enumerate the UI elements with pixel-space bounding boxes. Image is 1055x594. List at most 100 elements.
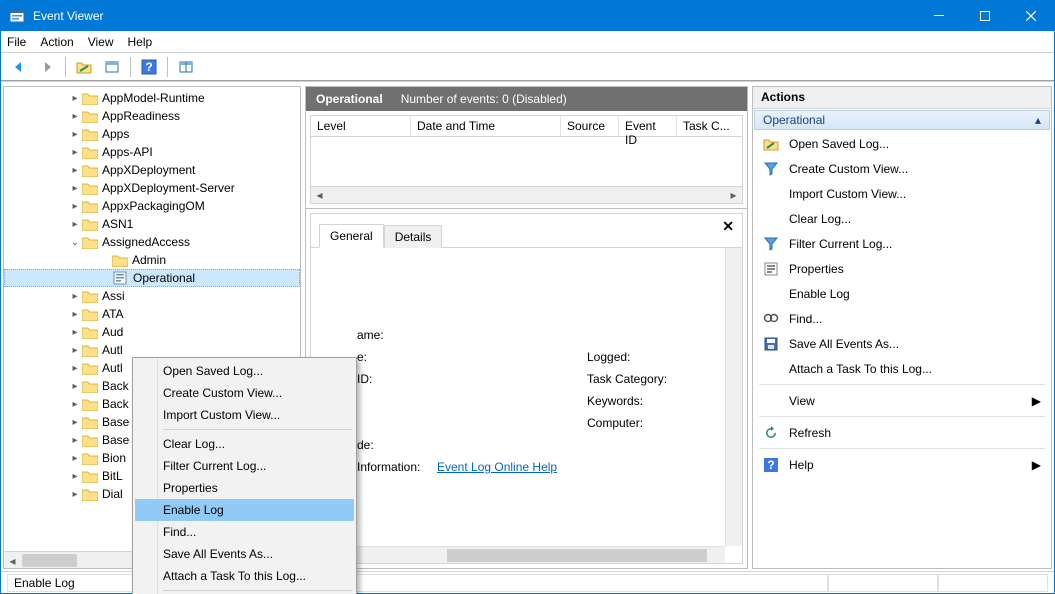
expand-icon[interactable]: ▸: [68, 93, 82, 104]
tree-item[interactable]: ▸AppModel-Runtime: [4, 89, 300, 107]
col-datetime[interactable]: Date and Time: [411, 116, 561, 136]
tree-item[interactable]: ▸Apps-API: [4, 143, 300, 161]
col-level[interactable]: Level: [311, 116, 411, 136]
scroll-left-icon[interactable]: ◂: [311, 187, 328, 202]
divider: [759, 384, 1045, 385]
close-details-icon[interactable]: ✕: [722, 218, 734, 235]
details-hscroll[interactable]: [311, 546, 725, 563]
help-icon[interactable]: ?: [137, 56, 161, 78]
expand-icon[interactable]: ▸: [68, 309, 82, 320]
folder-icon: [82, 487, 98, 501]
context-menu-item[interactable]: Import Custom View...: [135, 404, 354, 426]
forward-button[interactable]: [35, 56, 59, 78]
expand-icon[interactable]: ▸: [68, 453, 82, 464]
scroll-thumb[interactable]: [447, 549, 707, 562]
context-menu-item[interactable]: Enable Log: [135, 499, 354, 521]
action-item[interactable]: Find...: [753, 306, 1051, 331]
action-item[interactable]: Properties: [753, 256, 1051, 281]
expand-icon[interactable]: ▸: [68, 399, 82, 410]
expand-icon[interactable]: ▸: [68, 327, 82, 338]
details-vscroll[interactable]: [725, 248, 742, 546]
scroll-right-icon[interactable]: ▸: [725, 187, 742, 202]
action-item[interactable]: Save All Events As...: [753, 331, 1051, 356]
action-item[interactable]: Import Custom View...: [753, 181, 1051, 206]
expand-icon[interactable]: ▸: [68, 471, 82, 482]
context-menu-item[interactable]: Clear Log...: [135, 433, 354, 455]
tree-item[interactable]: Admin: [4, 251, 300, 269]
tree-item[interactable]: ⌄AssignedAccess: [4, 233, 300, 251]
column-headers[interactable]: Level Date and Time Source Event ID Task…: [310, 115, 743, 137]
tab-details[interactable]: Details: [384, 225, 443, 248]
expand-icon[interactable]: ▸: [68, 219, 82, 230]
action-item[interactable]: Attach a Task To this Log...: [753, 356, 1051, 381]
menu-file[interactable]: File: [7, 35, 26, 49]
action-item[interactable]: ?Help▶: [753, 452, 1051, 477]
tree-item[interactable]: ▸ASN1: [4, 215, 300, 233]
list-scrollbar[interactable]: ◂ ▸: [310, 187, 743, 204]
context-menu-item[interactable]: Save All Events As...: [135, 543, 354, 565]
grid-icon[interactable]: [174, 56, 198, 78]
list-body[interactable]: [310, 137, 743, 187]
col-source[interactable]: Source: [561, 116, 619, 136]
expand-icon[interactable]: ▸: [68, 183, 82, 194]
action-item[interactable]: Filter Current Log...: [753, 231, 1051, 256]
action-item[interactable]: Enable Log: [753, 281, 1051, 306]
tab-general[interactable]: General: [319, 224, 384, 248]
expand-icon[interactable]: ▸: [68, 363, 82, 374]
scroll-left-icon[interactable]: ◂: [4, 552, 21, 569]
context-item-label: Find...: [163, 525, 196, 539]
expand-icon[interactable]: ▸: [68, 291, 82, 302]
context-menu-item[interactable]: Filter Current Log...: [135, 455, 354, 477]
blank-icon: [763, 286, 779, 302]
action-item[interactable]: Open Saved Log...: [753, 131, 1051, 156]
maximize-button[interactable]: [962, 1, 1008, 31]
actions-section[interactable]: Operational ▴: [754, 110, 1050, 130]
tree-item[interactable]: ▸AppReadiness: [4, 107, 300, 125]
menu-separator: [163, 590, 352, 591]
tree-item[interactable]: ▸AppxPackagingOM: [4, 197, 300, 215]
context-menu-item[interactable]: Find...: [135, 521, 354, 543]
minimize-button[interactable]: [916, 1, 962, 31]
close-button[interactable]: [1008, 1, 1054, 31]
expand-icon[interactable]: ⌄: [68, 237, 82, 248]
expand-icon[interactable]: ▸: [68, 111, 82, 122]
expand-icon[interactable]: ▸: [68, 201, 82, 212]
folder-icon: [82, 307, 98, 321]
context-menu-item[interactable]: Attach a Task To this Log...: [135, 565, 354, 587]
tree-item[interactable]: ▸Assi: [4, 287, 300, 305]
expand-icon[interactable]: ▸: [68, 381, 82, 392]
event-log-help-link[interactable]: Event Log Online Help: [437, 460, 557, 474]
context-menu-item[interactable]: Open Saved Log...: [135, 360, 354, 382]
action-item[interactable]: Clear Log...: [753, 206, 1051, 231]
expand-icon[interactable]: ▸: [68, 147, 82, 158]
tree-item[interactable]: ▸AppXDeployment-Server: [4, 179, 300, 197]
context-item-label: Filter Current Log...: [163, 459, 266, 473]
open-folder-icon[interactable]: [72, 56, 96, 78]
tree-item[interactable]: Operational: [4, 269, 300, 287]
tree-item[interactable]: ▸AppXDeployment: [4, 161, 300, 179]
expand-icon[interactable]: ▸: [68, 489, 82, 500]
context-menu-item[interactable]: Properties: [135, 477, 354, 499]
expand-icon[interactable]: ▸: [68, 129, 82, 140]
expand-icon[interactable]: ▸: [68, 435, 82, 446]
col-eventid[interactable]: Event ID: [619, 116, 677, 136]
action-item[interactable]: View▶: [753, 388, 1051, 413]
menu-help[interactable]: Help: [128, 35, 153, 49]
menu-action[interactable]: Action: [40, 35, 73, 49]
collapse-icon[interactable]: ▴: [1035, 113, 1041, 127]
action-item[interactable]: Create Custom View...: [753, 156, 1051, 181]
props-icon[interactable]: [100, 56, 124, 78]
context-menu-item[interactable]: Create Custom View...: [135, 382, 354, 404]
scroll-thumb[interactable]: [22, 554, 77, 567]
tree-item[interactable]: ▸ATA: [4, 305, 300, 323]
col-taskcategory[interactable]: Task C...: [677, 116, 742, 136]
expand-icon[interactable]: ▸: [68, 417, 82, 428]
actions-pane: Actions Operational ▴ Open Saved Log...C…: [752, 86, 1052, 569]
action-item[interactable]: Refresh: [753, 420, 1051, 445]
menu-view[interactable]: View: [88, 35, 114, 49]
expand-icon[interactable]: ▸: [68, 345, 82, 356]
back-button[interactable]: [7, 56, 31, 78]
tree-item[interactable]: ▸Apps: [4, 125, 300, 143]
tree-item[interactable]: ▸Aud: [4, 323, 300, 341]
expand-icon[interactable]: ▸: [68, 165, 82, 176]
